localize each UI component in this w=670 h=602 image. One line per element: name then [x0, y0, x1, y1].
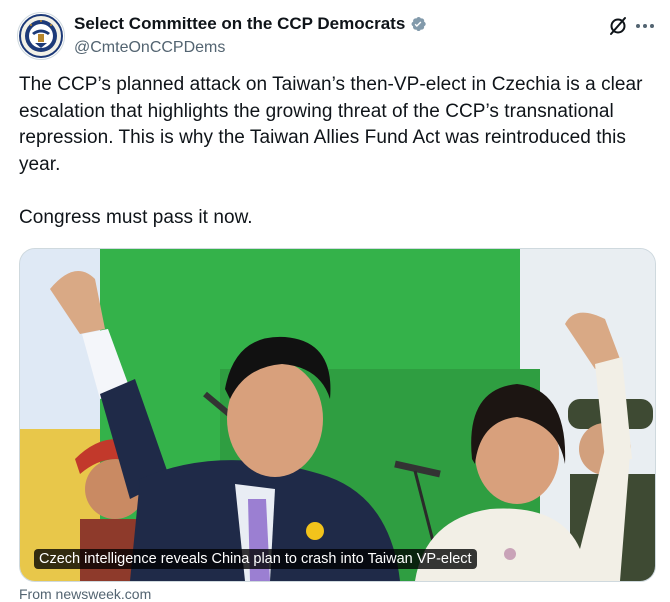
link-card-caption: Czech intelligence reveals China plan to…	[34, 549, 477, 569]
tweet-header: Select Committee on the CCP Democrats @C…	[17, 12, 657, 62]
committee-seal-icon	[19, 14, 63, 58]
more-icon[interactable]	[633, 14, 657, 38]
tweet-text: The CCP’s planned attack on Taiwan’s the…	[19, 74, 643, 228]
link-source[interactable]: From newsweek.com	[19, 586, 151, 602]
account-avatar[interactable]	[17, 12, 65, 60]
link-card-image[interactable]: Czech intelligence reveals China plan to…	[19, 248, 656, 582]
account-display-name[interactable]: Select Committee on the CCP Democrats	[74, 14, 405, 34]
account-handle[interactable]: @CmteOnCCPDems	[74, 38, 427, 58]
verified-badge-icon	[411, 16, 426, 32]
news-photo	[20, 249, 655, 581]
grok-icon[interactable]	[606, 14, 630, 38]
